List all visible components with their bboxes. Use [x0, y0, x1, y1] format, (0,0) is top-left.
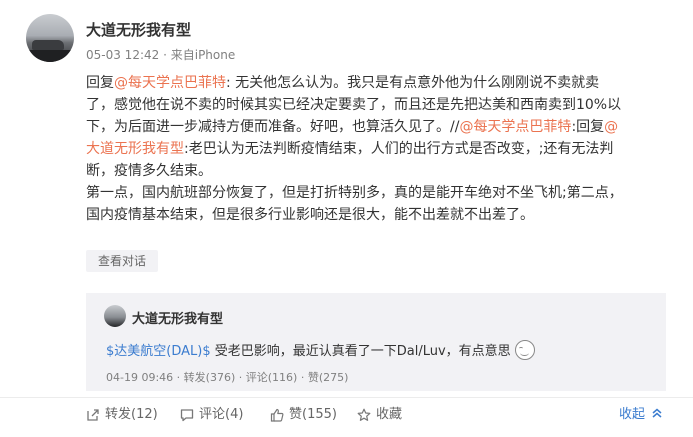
post-username[interactable]: 大道无形我有型 [86, 19, 191, 40]
post-source: 来自iPhone [170, 48, 236, 62]
mention-link[interactable]: @每天学点巴菲特 [459, 119, 571, 135]
body-text-segment: :老巴认为无法判断疫情结束，人们的出行方式是否改变，;还有无法判 [184, 141, 614, 157]
meta-separator: · [176, 371, 184, 384]
quoted-repost-count[interactable]: 转发(376) [184, 371, 236, 384]
body-line: 断，疫情多久结束。 [86, 160, 672, 182]
avatar-road-shape [26, 50, 74, 62]
meta-separator: · [238, 371, 246, 384]
post-card: 大道无形我有型 05-03 12:42 · 来自iPhone 回复@每天学点巴菲… [0, 0, 693, 437]
like-button[interactable]: 赞(155) [270, 405, 337, 425]
body-line: 下，为后面进一步减持方便而准备。好吧，也算活久见了。//@每天学点巴菲特:回复@ [86, 116, 672, 138]
body-line: 回复@每天学点巴菲特: 无关他怎么认为。我只是有点意外他为什么刚刚说不卖就卖 [86, 72, 672, 94]
quoted-user-avatar[interactable] [104, 305, 126, 327]
body-text-segment: 了，感觉他在说不卖的时候其实已经决定要卖了，而且还是先把达美和西南卖到10%以 [86, 97, 622, 113]
thumbs-up-icon [270, 408, 284, 422]
quoted-text: $达美航空(DAL)$ 受老巴影响，最近认真看了一下Dal/Luv，有点意思 [106, 340, 535, 360]
share-icon [87, 409, 99, 421]
like-label: 赞(155) [289, 407, 337, 422]
double-chevron-up-icon [652, 408, 662, 418]
smile-emoji-icon [514, 340, 535, 360]
action-bar-divider [0, 397, 693, 398]
body-text-segment: 国内疫情基本结束，但是很多行业影响还是很大，能不出差就不出差了。 [86, 207, 534, 223]
body-text-segment: 回复 [86, 75, 114, 91]
quoted-comment-count[interactable]: 评论(116) [246, 371, 298, 384]
avatar-car-shape [32, 40, 64, 50]
view-conversation-button[interactable]: 查看对话 [86, 250, 158, 272]
quoted-username[interactable]: 大道无形我有型 [132, 308, 223, 327]
body-line: 国内疫情基本结束，但是很多行业影响还是很大，能不出差就不出差了。 [86, 204, 672, 226]
post-body: 回复@每天学点巴菲特: 无关他怎么认为。我只是有点意外他为什么刚刚说不卖就卖 了，… [86, 72, 672, 226]
post-timestamp[interactable]: 05-03 12:42 [86, 48, 159, 62]
body-text-segment: 第一点，国内航班部分恢复了，但是打折特别多，真的是能开车绝对不坐飞机;第二点， [86, 185, 623, 201]
user-avatar[interactable] [26, 14, 74, 62]
mention-link[interactable]: 大道无形我有型 [86, 141, 184, 157]
favorite-button[interactable]: 收藏 [357, 405, 402, 425]
meta-separator: · [300, 371, 308, 384]
star-icon [357, 408, 371, 421]
collapse-label: 收起 [619, 407, 646, 422]
favorite-label: 收藏 [376, 407, 403, 422]
quoted-post[interactable]: 大道无形我有型 $达美航空(DAL)$ 受老巴影响，最近认真看了一下Dal/Lu… [86, 293, 666, 391]
quoted-like-count[interactable]: 赞(275) [308, 371, 349, 384]
body-line: 第一点，国内航班部分恢复了，但是打折特别多，真的是能开车绝对不坐飞机;第二点， [86, 182, 672, 204]
comment-label: 评论(4) [199, 407, 244, 422]
repost-label: 转发(12) [105, 407, 158, 422]
body-text-segment: 下，为后面进一步减持方便而准备。好吧，也算活久见了。// [86, 119, 460, 135]
collapse-button[interactable]: 收起 [619, 405, 663, 425]
post-meta: 05-03 12:42 · 来自iPhone [86, 46, 235, 63]
body-text-segment: :回复 [571, 119, 605, 135]
stock-tag-link[interactable]: $达美航空(DAL)$ [106, 344, 211, 359]
body-line: 大道无形我有型:老巴认为无法判断疫情结束，人们的出行方式是否改变，;还有无法判 [86, 138, 672, 160]
quoted-timestamp[interactable]: 04-19 09:46 [106, 371, 173, 384]
comment-icon [180, 409, 194, 422]
body-text-segment: 断，疫情多久结束。 [86, 163, 212, 179]
repost-button[interactable]: 转发(12) [86, 405, 158, 425]
mention-link[interactable]: @ [604, 119, 618, 135]
quoted-meta: 04-19 09:46 · 转发(376) · 评论(116) · 赞(275) [106, 369, 348, 385]
body-line: 了，感觉他在说不卖的时候其实已经决定要卖了，而且还是先把达美和西南卖到10%以 [86, 94, 672, 116]
meta-separator: · [163, 48, 171, 62]
body-text-segment: : 无关他怎么认为。我只是有点意外他为什么刚刚说不卖就卖 [226, 75, 600, 91]
comment-button[interactable]: 评论(4) [180, 405, 243, 425]
mention-link[interactable]: @每天学点巴菲特 [114, 75, 226, 91]
quoted-text-body: 受老巴影响，最近认真看了一下Dal/Luv，有点意思 [210, 344, 511, 359]
